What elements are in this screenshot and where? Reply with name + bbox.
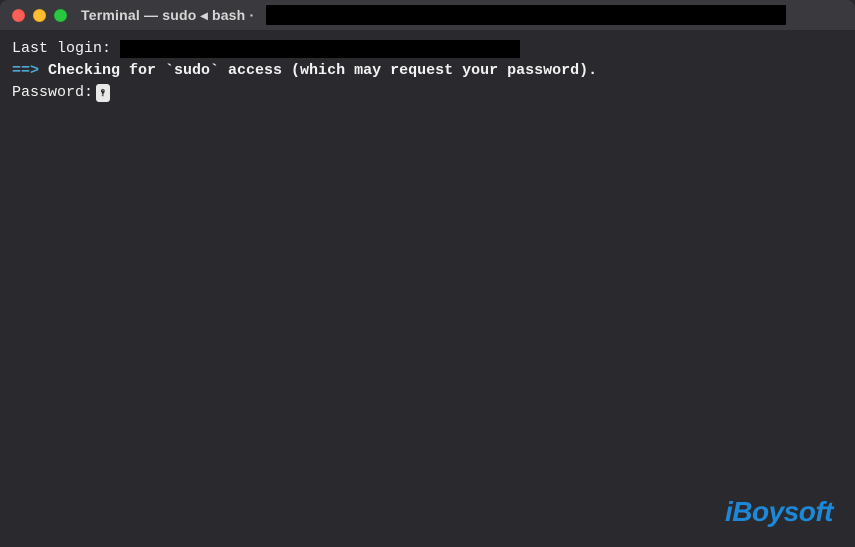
- sudo-check-line: ==> Checking for `sudo` access (which ma…: [12, 60, 843, 82]
- password-label: Password:: [12, 82, 93, 104]
- close-icon[interactable]: [12, 9, 25, 22]
- password-line: Password:: [12, 82, 843, 104]
- window-title: Terminal — sudo ◂ bash ·: [81, 7, 254, 24]
- watermark-logo: iBoysoft: [725, 492, 833, 533]
- terminal-content[interactable]: Last login: ==> Checking for `sudo` acce…: [0, 30, 855, 547]
- key-icon: [96, 84, 110, 102]
- prompt-arrow: ==>: [12, 60, 39, 82]
- redacted-title-segment: [266, 5, 786, 25]
- maximize-icon[interactable]: [54, 9, 67, 22]
- titlebar: Terminal — sudo ◂ bash ·: [0, 0, 855, 30]
- sudo-check-message: Checking for `sudo` access (which may re…: [39, 60, 597, 82]
- redacted-login-info: [120, 40, 520, 58]
- last-login-line: Last login:: [12, 38, 843, 60]
- minimize-icon[interactable]: [33, 9, 46, 22]
- last-login-label: Last login:: [12, 38, 111, 60]
- terminal-window: Terminal — sudo ◂ bash · Last login: ==>…: [0, 0, 855, 547]
